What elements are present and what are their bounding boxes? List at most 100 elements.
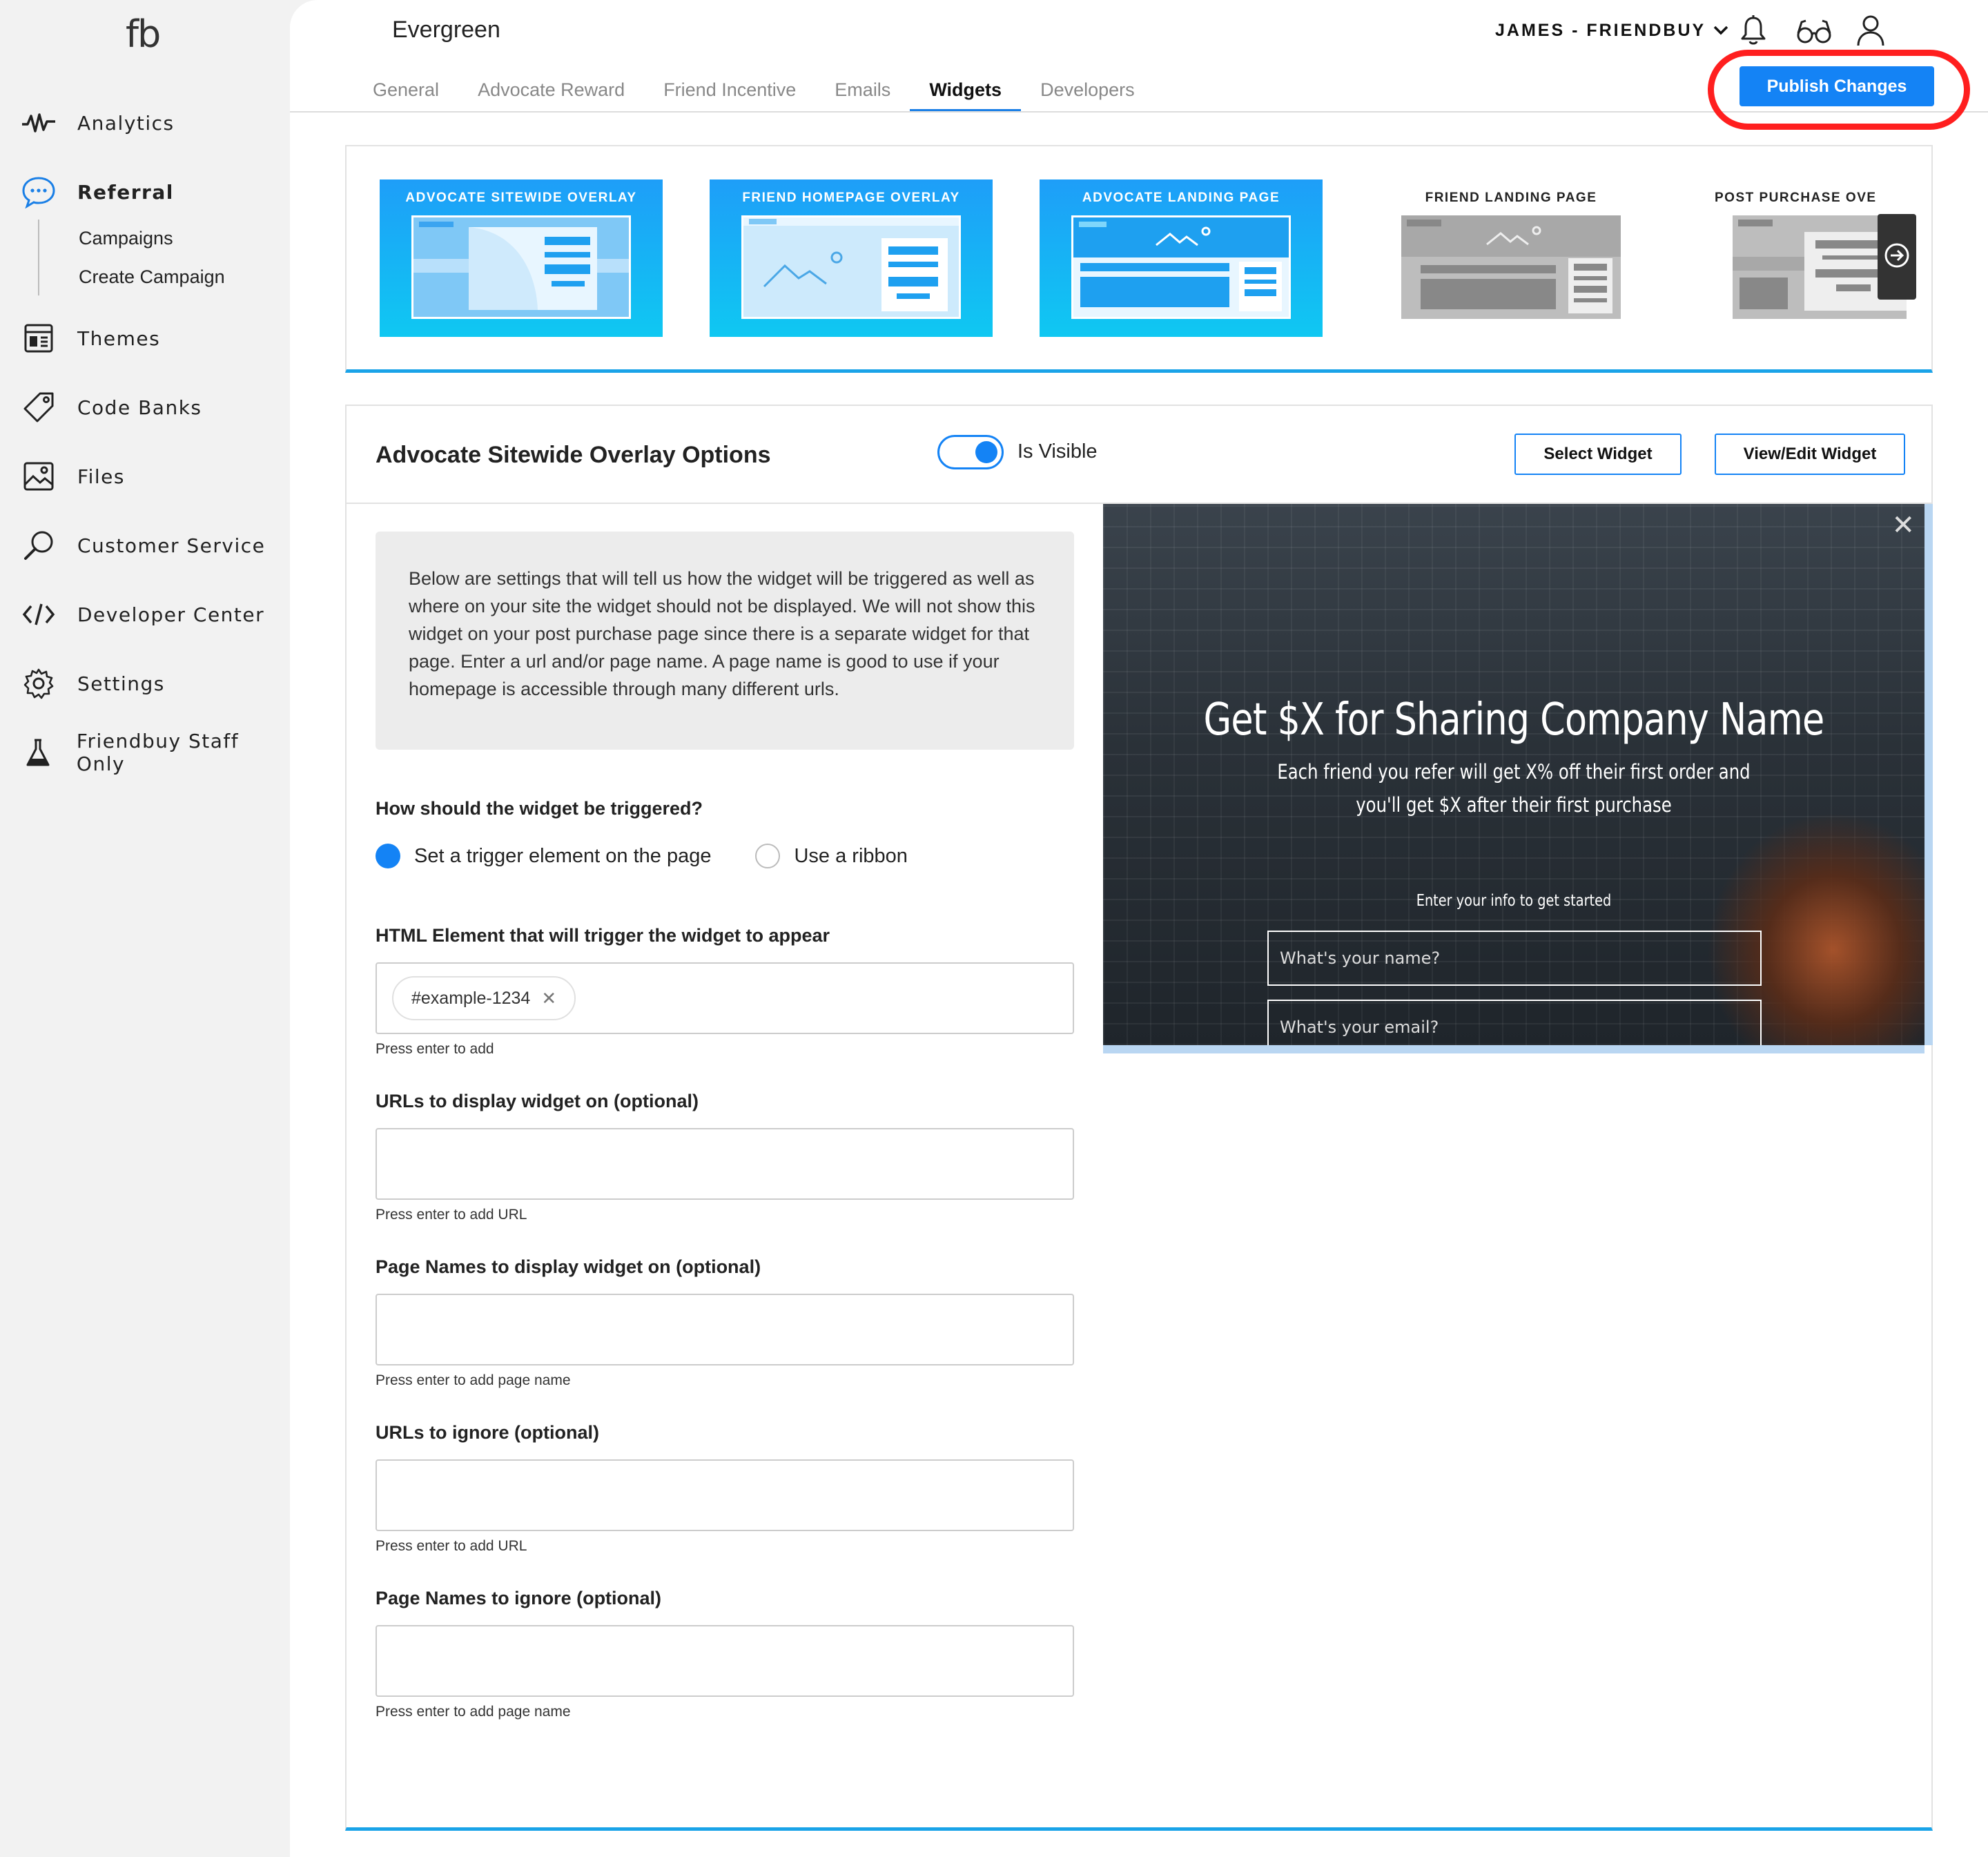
pages-display-input[interactable] (376, 1294, 1074, 1365)
pages-ignore-hint: Press enter to add page name (376, 1704, 571, 1720)
widget-preview: ✕ Get $X for Sharing Company Name Each f… (1103, 504, 1924, 1045)
pages-ignore-input[interactable] (376, 1625, 1074, 1697)
sidebar-item-developer-center[interactable]: Developer Center (21, 594, 264, 635)
ribbon-radio[interactable] (755, 844, 781, 868)
tab-friend-incentive[interactable]: Friend Incentive (644, 75, 815, 112)
toggle-knob (975, 441, 997, 463)
preview-subtext: Each friend you refer will get X% off th… (1277, 760, 1751, 817)
user-icon[interactable] (1854, 14, 1887, 47)
trigger-element-label[interactable]: Set a trigger element on the page (414, 845, 711, 868)
widget-options-panel: Advocate Sitewide Overlay Options Is Vis… (345, 405, 1933, 1831)
sidebar-item-settings[interactable]: Settings (21, 663, 165, 704)
widget-card-friend-homepage-overlay[interactable]: FRIEND HOMEPAGE OVERLAY (710, 179, 993, 337)
sidebar-item-label: Customer Service (77, 534, 266, 557)
sidebar-subitem-campaigns[interactable]: Campaigns (79, 228, 173, 249)
sidebar-item-label: Themes (77, 327, 161, 350)
chevron-down-icon (1713, 21, 1729, 41)
tab-developers[interactable]: Developers (1021, 75, 1154, 112)
urls-ignore-input[interactable] (376, 1459, 1074, 1531)
trigger-element-radio[interactable] (376, 844, 400, 868)
widget-card-title: FRIEND HOMEPAGE OVERLAY (742, 191, 960, 205)
is-visible-toggle[interactable] (937, 435, 1004, 469)
account-label: JAMES - FRIENDBUY (1495, 21, 1706, 40)
themes-icon (21, 320, 57, 356)
trigger-question-label: How should the widget be triggered? (376, 798, 703, 819)
widget-card-title: ADVOCATE LANDING PAGE (1082, 191, 1280, 205)
widget-thumbnail (411, 215, 631, 319)
sidebar-subitem-create-campaign[interactable]: Create Campaign (79, 266, 225, 288)
widget-carousel: ADVOCATE SITEWIDE OVERLAY FRIEND HOMEPAG… (345, 145, 1933, 373)
sidebar-item-label: Analytics (77, 111, 175, 135)
preview-cta: Enter your info to get started (1416, 892, 1612, 910)
is-visible-label: Is Visible (1017, 440, 1098, 463)
options-title: Advocate Sitewide Overlay Options (376, 442, 771, 468)
tab-widgets[interactable]: Widgets (910, 75, 1021, 112)
sidebar-item-analytics[interactable]: Analytics (21, 102, 175, 144)
widget-card-friend-landing-page[interactable]: FRIEND LANDING PAGE (1370, 179, 1653, 337)
widget-card-advocate-landing-page[interactable]: ADVOCATE LANDING PAGE (1040, 179, 1323, 337)
urls-ignore-label: URLs to ignore (optional) (376, 1422, 599, 1443)
tabs-divider (290, 111, 1988, 113)
sidebar-item-friendbuy-staff-only[interactable]: Friendbuy Staff Only (21, 730, 290, 775)
preview-name-input[interactable]: What's your name? (1267, 931, 1762, 986)
tab-general[interactable]: General (353, 75, 458, 112)
trigger-radio-group: Set a trigger element on the page Use a … (376, 844, 952, 868)
widget-card-title: POST PURCHASE OVE (1715, 191, 1877, 205)
code-icon (21, 596, 57, 632)
pages-display-label: Page Names to display widget on (optiona… (376, 1256, 761, 1277)
sidebar-item-themes[interactable]: Themes (21, 318, 160, 359)
preview-vertical-scrollbar[interactable] (1924, 504, 1933, 1045)
html-element-hint: Press enter to add (376, 1041, 494, 1057)
tab-emails[interactable]: Emails (815, 75, 910, 112)
campaign-title: Evergreen (392, 17, 500, 43)
html-element-chip: #example-1234 ✕ (392, 976, 576, 1020)
glasses-icon[interactable] (1795, 14, 1833, 47)
image-file-icon (21, 458, 57, 494)
subnav-divider (38, 220, 39, 295)
sidebar-item-label: Referral (77, 180, 174, 204)
bell-icon[interactable] (1737, 14, 1770, 47)
widget-card-post-purchase-overlay[interactable]: POST PURCHASE OVE (1699, 179, 1907, 337)
sidebar-item-label: Developer Center (77, 603, 265, 626)
urls-display-input[interactable] (376, 1128, 1074, 1200)
ribbon-label[interactable]: Use a ribbon (794, 845, 907, 868)
html-element-label: HTML Element that will trigger the widge… (376, 925, 830, 946)
urls-display-hint: Press enter to add URL (376, 1207, 527, 1223)
sidebar-item-customer-service[interactable]: Customer Service (21, 525, 265, 566)
pages-ignore-label: Page Names to ignore (optional) (376, 1588, 662, 1608)
arrow-right-circle-icon (1883, 242, 1911, 273)
close-icon[interactable]: ✕ (1891, 509, 1915, 541)
select-widget-button[interactable]: Select Widget (1514, 434, 1682, 475)
widget-card-title: ADVOCATE SITEWIDE OVERLAY (405, 191, 637, 205)
carousel-next-button[interactable] (1878, 214, 1916, 300)
widget-thumbnail (1071, 215, 1291, 319)
sidebar-item-label: Files (77, 465, 125, 488)
html-element-input[interactable]: #example-1234 ✕ (376, 962, 1074, 1034)
view-edit-widget-button[interactable]: View/Edit Widget (1715, 434, 1905, 475)
gear-icon (21, 665, 57, 701)
chip-label: #example-1234 (411, 988, 531, 1008)
tab-advocate-reward[interactable]: Advocate Reward (458, 75, 644, 112)
urls-ignore-hint: Press enter to add URL (376, 1538, 527, 1554)
preview-email-input[interactable]: What's your email? (1267, 1000, 1762, 1045)
sidebar-item-files[interactable]: Files (21, 456, 125, 497)
sidebar-item-code-banks[interactable]: Code Banks (21, 387, 202, 428)
widget-thumbnail (1401, 215, 1621, 319)
account-menu[interactable]: JAMES - FRIENDBUY (1495, 21, 1729, 41)
remove-chip-icon[interactable]: ✕ (541, 988, 556, 1009)
referral-chat-icon (21, 174, 57, 210)
urls-display-label: URLs to display widget on (optional) (376, 1091, 699, 1111)
friendbuy-logo[interactable]: fb (126, 12, 161, 56)
widget-thumbnail (741, 215, 961, 319)
sidebar: fb Analytics Referral Campaigns Create C… (0, 0, 290, 1857)
tag-icon (21, 389, 57, 425)
preview-horizontal-scrollbar[interactable] (1103, 1045, 1924, 1053)
sidebar-item-label: Friendbuy Staff Only (76, 730, 240, 775)
sidebar-item-referral[interactable]: Referral (21, 171, 174, 213)
info-message: Below are settings that will tell us how… (376, 532, 1074, 750)
publish-changes-button[interactable]: Publish Changes (1740, 66, 1934, 106)
search-icon (21, 527, 57, 563)
pages-display-hint: Press enter to add page name (376, 1372, 571, 1388)
widget-card-advocate-sitewide-overlay[interactable]: ADVOCATE SITEWIDE OVERLAY (380, 179, 663, 337)
sidebar-item-label: Settings (77, 672, 165, 695)
